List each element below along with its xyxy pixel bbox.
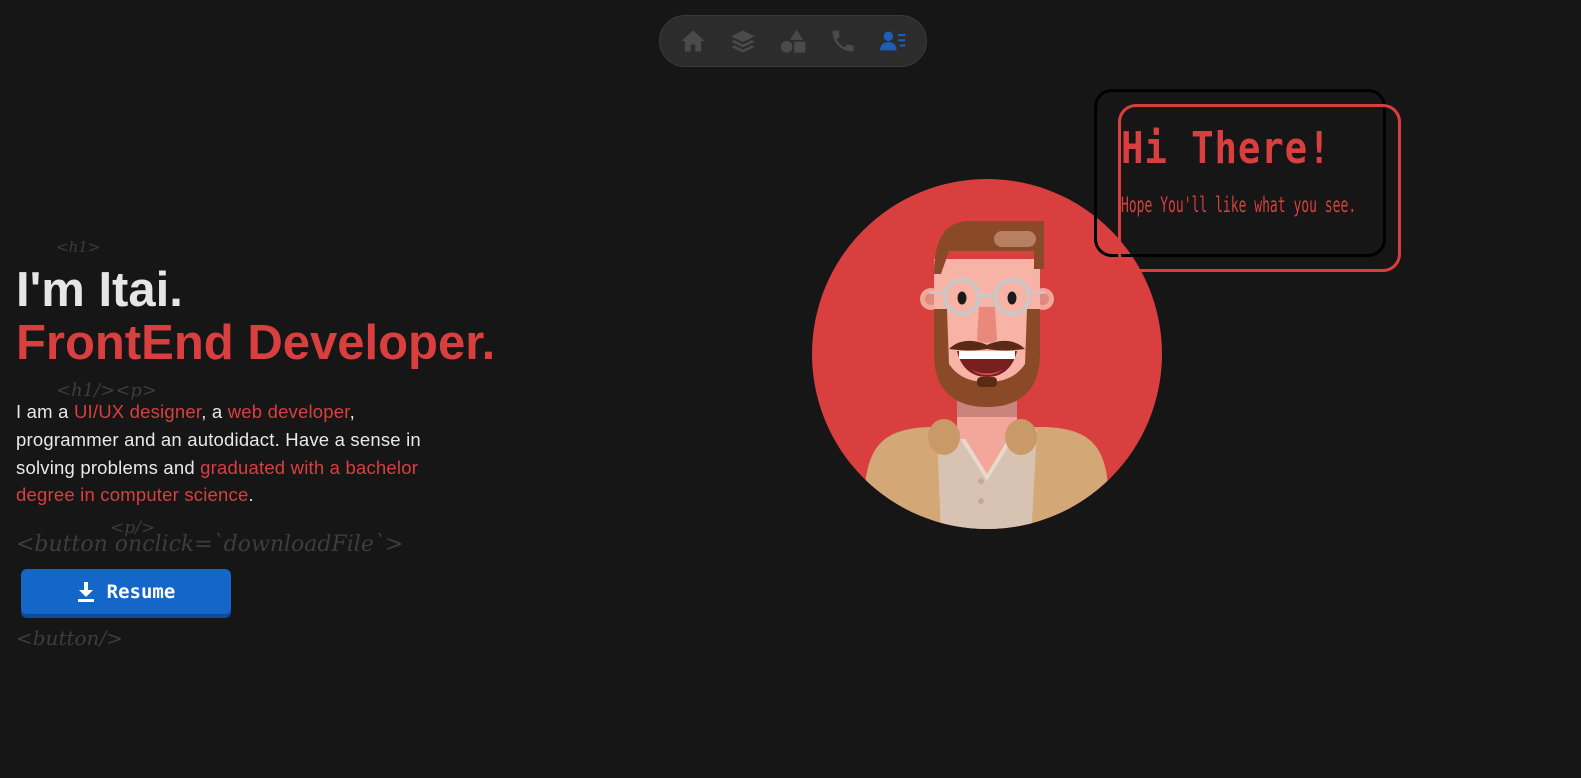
nav-home[interactable] [675, 23, 711, 59]
about-text-2: , a [201, 401, 228, 422]
home-icon [681, 30, 705, 52]
nav-contact[interactable] [825, 23, 861, 59]
nav-about[interactable] [875, 23, 911, 59]
resume-button[interactable]: Resume [21, 569, 231, 614]
nav-skills[interactable] [725, 23, 761, 59]
hero-name: I'm Itai. [16, 263, 183, 317]
about-text-4: . [248, 484, 254, 506]
phone-icon [832, 30, 854, 52]
portfolio-page: <h1> <h1/><p> <p/> <button onclick=`down… [0, 0, 1581, 778]
nav-projects[interactable] [775, 23, 811, 59]
contact-card-icon [880, 31, 906, 51]
hero-role: FrontEnd Developer. [16, 316, 496, 370]
speech-title: Hi There! [1121, 123, 1332, 174]
layers-icon [731, 30, 755, 53]
code-tag-h1-open: <h1> [56, 238, 101, 256]
about-paragraph: I am a UI/UX designer, a web developer, … [16, 398, 426, 509]
about-highlight-uiux: UI/UX designer [73, 401, 202, 422]
code-tag-button-close: <button/> [16, 626, 123, 650]
speech-subtitle: Hope You'll like what you see. [1121, 193, 1357, 217]
speech-box: Hi There! Hope You'll like what you see. [1094, 89, 1401, 274]
top-nav [659, 15, 927, 67]
about-text-1: I am a [16, 401, 74, 422]
resume-label: Resume [106, 580, 176, 603]
download-icon [77, 581, 94, 602]
shapes-icon [780, 29, 806, 53]
about-highlight-webdev: web developer [227, 401, 350, 422]
code-tag-button-open: <button onclick=`downloadFile`> [16, 532, 404, 557]
